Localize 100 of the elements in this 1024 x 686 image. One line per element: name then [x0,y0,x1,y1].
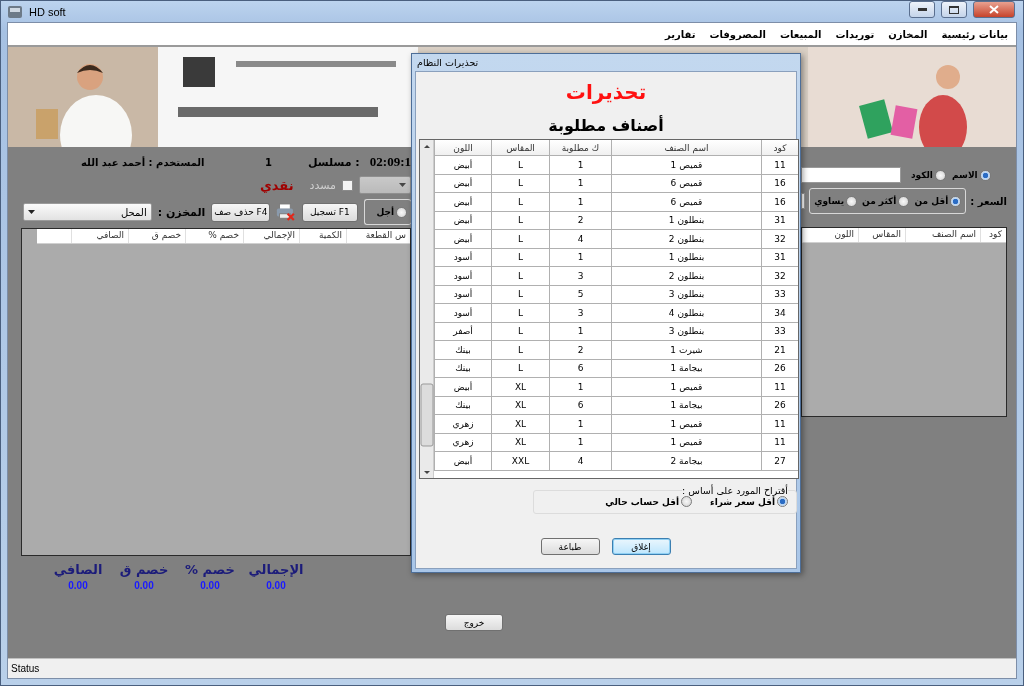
group-label: أقتراح المورد على أساس : [682,485,788,496]
table-cell: XL [491,433,549,451]
table-cell: 3 [549,267,611,285]
radio-option[interactable]: الاسم [951,169,991,181]
menu-item[interactable]: المبيعات [780,28,822,40]
table-cell: بينك [434,341,491,359]
table-cell: 16 [761,174,798,192]
table-cell: L [491,304,549,322]
table-cell: 1 [549,156,611,174]
column-header: اللون [802,228,858,242]
table-cell: قميص 1 [611,156,761,174]
table-cell: XL [491,396,549,414]
table-cell: 32 [761,267,798,285]
table-cell: أبيض [434,156,491,174]
table-cell: L [491,359,549,377]
column-header: اسم الصنف [905,228,980,242]
menu-item[interactable]: المخازن [888,28,928,40]
clock-time: 02:09:1 [369,154,411,170]
menu-item[interactable]: بيانات رئيسية [941,28,1008,40]
table-cell: 26 [761,396,798,414]
radio-option[interactable]: أقل من [914,195,962,207]
table-cell: قميص 6 [611,174,761,192]
table-cell: 1 [549,193,611,211]
column-header: الإجمالي [243,229,299,243]
store-label: المخزن : [157,205,206,219]
radio-option[interactable]: الكود [911,169,946,181]
column-header: اسم الصنف [611,140,761,155]
dialog-button[interactable]: إغلاق [611,538,671,555]
exit-button[interactable]: خروج [445,614,503,631]
table-cell: شيرت 1 [611,341,761,359]
serial-number: 1 [265,156,272,168]
table-cell: 33 [761,322,798,340]
radio-option[interactable]: أقل سعر شراء [710,496,788,507]
table-cell: 3 [549,304,611,322]
table-cell: 34 [761,304,798,322]
total-value: 0.00 [68,580,88,591]
column-header: س القطعة [346,229,410,243]
table-cell: أبيض [434,174,491,192]
radio-option[interactable]: أقل حساب حالي [605,496,693,507]
paid-label: مسدد [309,178,336,192]
column-header: المقاس [491,140,549,155]
menu-item[interactable]: المصروفات [709,28,766,40]
table-cell: 31 [761,248,798,266]
menu-item[interactable]: تقارير [665,28,696,40]
table-cell: 26 [761,359,798,377]
total-value: 0.00 [200,580,220,591]
table-cell: أسود [434,267,491,285]
window-title: HD soft [29,5,67,18]
table-cell: أبيض [434,230,491,248]
total-label: خصم ق [119,562,169,577]
store-combo[interactable]: المحل [23,203,152,221]
table-cell: قميص 1 [611,433,761,451]
table-cell: أصفر [434,322,491,340]
price-label: السعر : [970,195,1007,207]
table-cell: 2 [549,341,611,359]
serial-label: مسلسل : [307,155,360,169]
delete-row-button[interactable]: حذف صف F4 [211,202,271,222]
table-cell: 21 [761,341,798,359]
table-cell: 1 [549,378,611,396]
table-cell: XL [491,415,549,433]
column-header: خصم ق [128,229,185,243]
table-cell: بنطلون 2 [611,230,761,248]
table-cell: بيجامة 2 [611,452,761,470]
radio-option[interactable]: يساوي [814,195,858,207]
save-button[interactable]: تسجيل F1 [302,202,358,222]
table-cell: بنطلون 3 [611,285,761,303]
table-cell: بيجامة 1 [611,396,761,414]
table-cell: 11 [761,156,798,174]
table-cell: 11 [761,433,798,451]
status-text: Status [11,663,40,674]
table-cell: L [491,193,549,211]
table-cell: L [491,156,549,174]
table-cell: بنطلون 3 [611,322,761,340]
table-cell: 33 [761,285,798,303]
table-cell: أسود [434,285,491,303]
table-cell: L [491,322,549,340]
table-cell: 11 [761,415,798,433]
menu-item[interactable]: توريدات [835,28,875,40]
column-header: كود [761,140,798,155]
total-value: 0.00 [134,580,154,591]
table-cell: بنطلون 1 [611,248,761,266]
column-header: المقاس [858,228,905,242]
table-cell: L [491,211,549,229]
table-cell: 1 [549,322,611,340]
table-cell: 31 [761,211,798,229]
total-label: الإجمالي [248,562,304,577]
table-cell: قميص 6 [611,193,761,211]
table-cell: زهري [434,415,491,433]
radio-option[interactable]: أكثر من [862,195,910,207]
dialog-button[interactable]: طباعة [540,538,600,555]
table-cell: 32 [761,230,798,248]
table-cell: L [491,248,549,266]
table-cell: 4 [549,230,611,248]
table-cell: أبيض [434,452,491,470]
table-cell: L [491,341,549,359]
table-cell: L [491,174,549,192]
table-cell: 1 [549,415,611,433]
table-cell: بيجامة 1 [611,359,761,377]
table-cell: 6 [549,359,611,377]
table-cell: 4 [549,452,611,470]
